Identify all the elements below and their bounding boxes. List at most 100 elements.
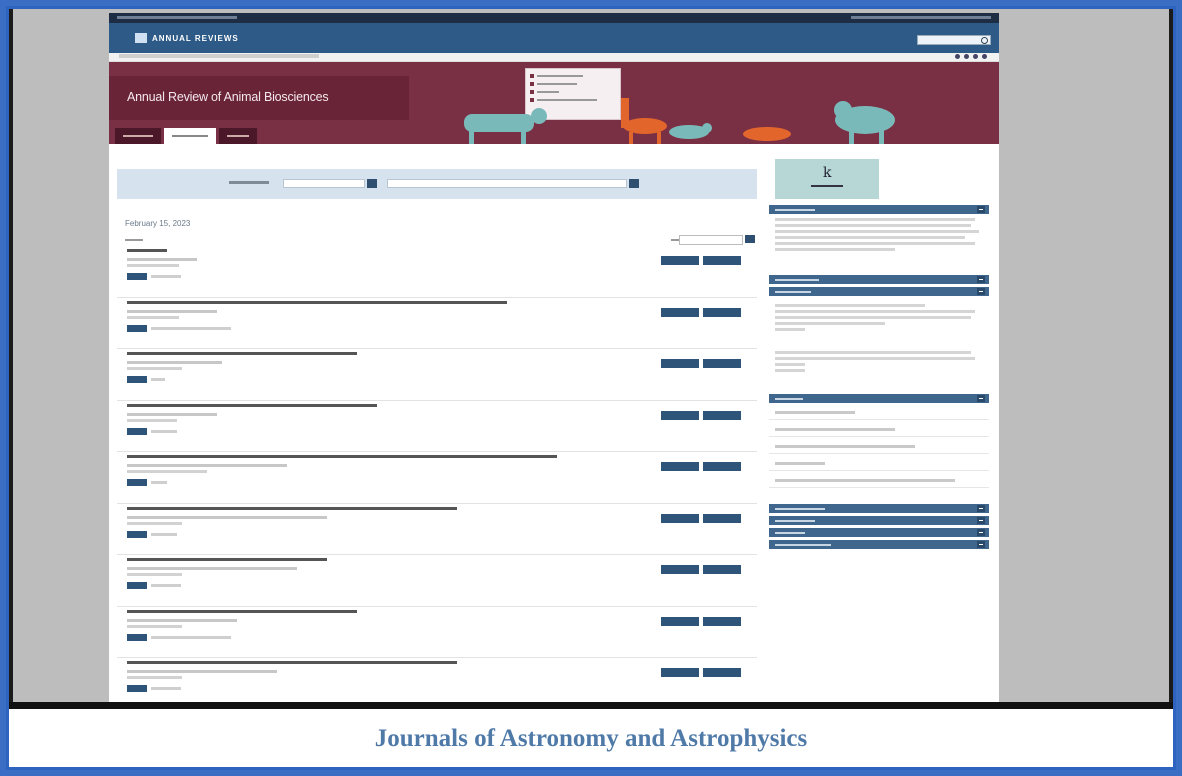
article-meta bbox=[151, 532, 177, 536]
collapse-icon[interactable] bbox=[977, 206, 985, 213]
article-list-item[interactable] bbox=[117, 401, 757, 452]
nav-item-5[interactable] bbox=[769, 37, 859, 43]
sort-select[interactable] bbox=[679, 235, 743, 245]
article-citation bbox=[127, 676, 182, 679]
sidebar-link[interactable] bbox=[775, 462, 825, 465]
email-icon[interactable] bbox=[982, 54, 987, 59]
article-list-item[interactable] bbox=[117, 349, 757, 401]
breadcrumb-bar bbox=[109, 53, 999, 62]
sidebar-section-header[interactable] bbox=[769, 275, 989, 284]
site-logo[interactable]: ANNUAL REVIEWS bbox=[135, 33, 239, 43]
article-list-item[interactable] bbox=[117, 555, 757, 607]
article-list-item[interactable] bbox=[117, 246, 757, 298]
collapse-icon[interactable] bbox=[977, 541, 985, 548]
list-controls bbox=[117, 234, 757, 246]
collapse-icon[interactable] bbox=[977, 288, 985, 295]
article-authors bbox=[127, 515, 327, 519]
sidebar-section-header[interactable] bbox=[769, 394, 989, 403]
article-authors bbox=[127, 567, 297, 570]
article-title[interactable] bbox=[127, 300, 597, 306]
sidebar-section-header[interactable] bbox=[769, 540, 989, 549]
divider bbox=[769, 453, 989, 454]
filter-bar bbox=[117, 169, 757, 199]
tab-1[interactable] bbox=[115, 128, 161, 144]
abstract-button[interactable] bbox=[661, 307, 699, 317]
twitter-icon[interactable] bbox=[973, 54, 978, 59]
article-citation bbox=[127, 624, 182, 628]
sidebar-link[interactable] bbox=[775, 411, 855, 414]
article-title[interactable] bbox=[127, 248, 597, 254]
full-text-button[interactable] bbox=[703, 307, 741, 317]
tab-3[interactable] bbox=[219, 128, 257, 144]
volume-select[interactable] bbox=[283, 179, 365, 188]
article-title[interactable] bbox=[127, 403, 597, 409]
article-list-item[interactable] bbox=[117, 607, 757, 658]
image-caption: Journals of Astronomy and Astrophysics bbox=[374, 725, 808, 752]
abstract-button[interactable] bbox=[661, 616, 699, 626]
logo-underline bbox=[811, 185, 843, 187]
abstract-button[interactable] bbox=[661, 410, 699, 420]
article-title[interactable] bbox=[127, 609, 597, 615]
nav-item-1[interactable] bbox=[409, 37, 499, 43]
article-title[interactable] bbox=[127, 351, 597, 357]
divider bbox=[769, 487, 989, 488]
issue-date: February 15, 2023 bbox=[125, 219, 191, 228]
full-text-button[interactable] bbox=[703, 256, 741, 265]
abstract-button[interactable] bbox=[661, 462, 699, 471]
full-text-button[interactable] bbox=[703, 616, 741, 626]
article-title[interactable] bbox=[127, 557, 597, 563]
article-authors bbox=[127, 670, 277, 673]
article-list-item[interactable] bbox=[117, 298, 757, 349]
abstract-button[interactable] bbox=[661, 513, 699, 523]
nav-item-4[interactable] bbox=[679, 37, 769, 43]
abstract-button[interactable] bbox=[661, 256, 699, 265]
issue-select-button[interactable] bbox=[629, 179, 639, 188]
full-text-button[interactable] bbox=[703, 410, 741, 420]
sidebar-section-header[interactable] bbox=[769, 287, 989, 296]
full-text-button[interactable] bbox=[703, 565, 741, 574]
site-header: ANNUAL REVIEWS bbox=[109, 23, 999, 53]
nav-item-2[interactable] bbox=[499, 37, 589, 43]
collapse-icon[interactable] bbox=[977, 395, 985, 402]
search-input[interactable] bbox=[917, 35, 991, 45]
sidebar-link[interactable] bbox=[775, 445, 915, 448]
article-type-badge bbox=[127, 324, 147, 332]
article-list-item[interactable] bbox=[117, 658, 757, 702]
collapse-icon[interactable] bbox=[977, 505, 985, 512]
sort-button[interactable] bbox=[745, 235, 755, 243]
article-list-item[interactable] bbox=[117, 452, 757, 504]
collapse-icon[interactable] bbox=[977, 529, 985, 536]
tab-2-active[interactable] bbox=[164, 128, 216, 144]
sidebar-link[interactable] bbox=[775, 479, 955, 482]
share-icon[interactable] bbox=[955, 54, 960, 59]
article-title[interactable] bbox=[127, 660, 597, 666]
full-text-button[interactable] bbox=[703, 359, 741, 368]
issue-select[interactable] bbox=[387, 179, 627, 188]
sidebar-link[interactable] bbox=[775, 428, 895, 431]
sidebar-section-header[interactable] bbox=[769, 504, 989, 513]
abstract-button[interactable] bbox=[661, 359, 699, 368]
search-icon[interactable] bbox=[981, 37, 988, 44]
facebook-icon[interactable] bbox=[964, 54, 969, 59]
filter-label-placeholder bbox=[229, 180, 269, 186]
utility-left bbox=[117, 16, 237, 19]
article-title[interactable] bbox=[127, 454, 597, 460]
full-text-button[interactable] bbox=[703, 462, 741, 471]
collapse-icon[interactable] bbox=[977, 276, 985, 283]
utility-right bbox=[851, 16, 991, 19]
collapse-icon[interactable] bbox=[977, 517, 985, 524]
abstract-button[interactable] bbox=[661, 668, 699, 677]
full-text-button[interactable] bbox=[703, 513, 741, 523]
sidebar-section-header[interactable] bbox=[769, 528, 989, 537]
article-list-item[interactable] bbox=[117, 504, 757, 555]
article-title[interactable] bbox=[127, 506, 597, 512]
breadcrumb[interactable] bbox=[119, 54, 319, 58]
sidebar-section-header[interactable] bbox=[769, 516, 989, 525]
knowable-logo-tile[interactable]: k bbox=[775, 159, 879, 199]
sidebar-section-header[interactable] bbox=[769, 205, 989, 214]
full-text-button[interactable] bbox=[703, 668, 741, 677]
abstract-button[interactable] bbox=[661, 565, 699, 574]
nav-item-3[interactable] bbox=[589, 37, 679, 43]
list-count-placeholder bbox=[125, 237, 143, 242]
volume-select-button[interactable] bbox=[367, 179, 377, 188]
